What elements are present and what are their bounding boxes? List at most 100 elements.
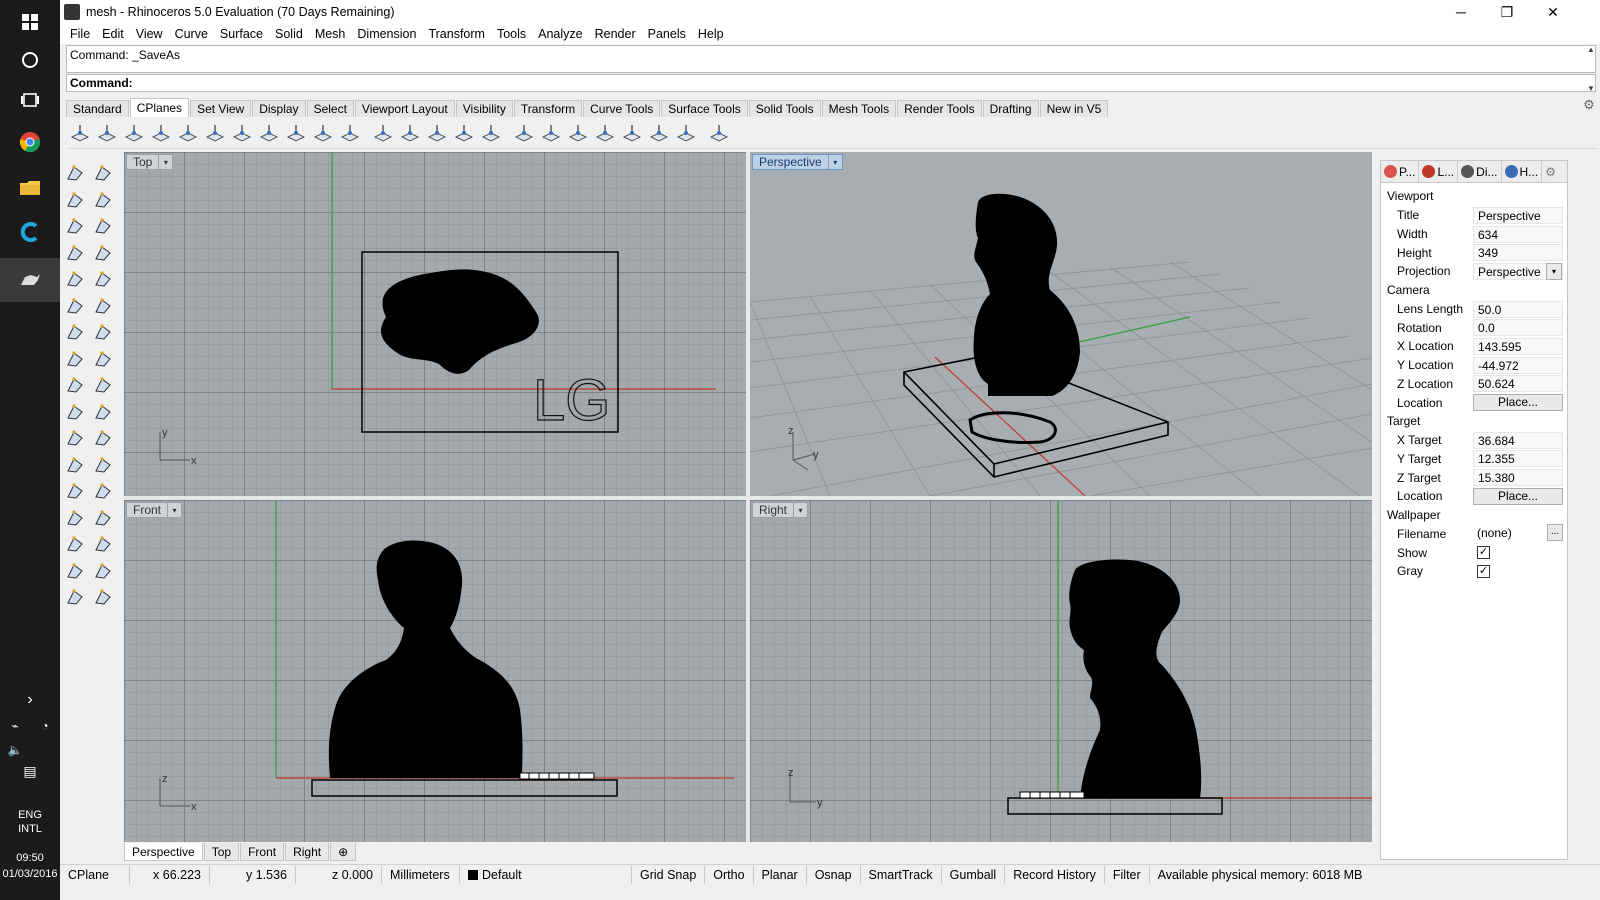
menu-curve[interactable]: Curve	[169, 24, 214, 44]
loft-icon[interactable]	[90, 346, 116, 372]
gray-checkbox[interactable]: ✓	[1477, 564, 1490, 578]
cplane-world-front-icon[interactable]	[311, 121, 335, 145]
set-cplane-origin-icon[interactable]	[68, 121, 92, 145]
tab-solid-tools[interactable]: Solid Tools	[748, 100, 821, 117]
cplane-by-curve-icon[interactable]	[620, 121, 644, 145]
tab-visibility[interactable]: Visibility	[455, 100, 513, 117]
prop-lens-value[interactable]: 50.0	[1473, 300, 1563, 318]
viewport-front[interactable]: z x Front ▾	[124, 500, 746, 842]
viewport-top[interactable]: LG y x Top ▾	[124, 152, 746, 496]
tab-transform[interactable]: Transform	[513, 100, 583, 117]
prop-rotation-value[interactable]: 0.0	[1473, 319, 1563, 337]
sweep-icon[interactable]	[90, 452, 116, 478]
network-surface-icon[interactable]	[62, 584, 88, 610]
rhino-icon[interactable]	[0, 258, 60, 302]
revolve-icon[interactable]	[62, 452, 88, 478]
split-icon[interactable]	[90, 399, 116, 425]
status-cplane[interactable]: CPlane	[60, 865, 130, 884]
gumball-toggle[interactable]: Gumball	[942, 865, 1006, 884]
chevron-down-icon[interactable]: ▾	[827, 155, 842, 169]
chevron-down-icon[interactable]: ▾	[167, 503, 181, 517]
prop-xtgt-value[interactable]: 36.684	[1473, 431, 1563, 449]
arc-icon[interactable]	[62, 240, 88, 266]
vtab-right[interactable]: Right	[285, 843, 330, 861]
check-icon[interactable]	[90, 558, 116, 584]
tab-standard[interactable]: Standard	[66, 100, 129, 117]
command-scrollbar[interactable]: ▲ ▼	[1585, 45, 1597, 93]
search-circle-icon[interactable]	[0, 38, 60, 82]
place-camera-button[interactable]: Place...	[1473, 394, 1563, 412]
tab-new-in-v5[interactable]: New in V5	[1039, 100, 1109, 117]
prop-xloc-value[interactable]: 143.595	[1473, 337, 1563, 355]
show-checkbox[interactable]: ✓	[1477, 546, 1490, 560]
scroll-up-icon[interactable]: ▲	[1587, 45, 1595, 54]
rectangle-icon[interactable]	[90, 240, 116, 266]
select-icon[interactable]	[62, 160, 88, 186]
cplane-perpendicular-icon[interactable]	[539, 121, 563, 145]
tab-render-tools[interactable]: Render Tools	[897, 100, 982, 117]
ccleaner-icon[interactable]	[0, 210, 60, 254]
group-icon[interactable]	[62, 505, 88, 531]
menu-panels[interactable]: Panels	[642, 24, 692, 44]
cplane-world-top-icon[interactable]	[284, 121, 308, 145]
panel-tab-help[interactable]: H...	[1502, 161, 1543, 182]
panel-tab-properties[interactable]: P...	[1381, 161, 1420, 182]
cplane-extents-icon[interactable]	[593, 121, 617, 145]
named-cplanes-icon[interactable]	[425, 121, 449, 145]
boolean-icon[interactable]	[90, 372, 116, 398]
chevron-down-icon[interactable]: ▾	[158, 155, 172, 169]
prop-width-value[interactable]: 634	[1473, 225, 1563, 243]
menu-surface[interactable]: Surface	[214, 24, 269, 44]
box-icon[interactable]	[62, 319, 88, 345]
tab-set-view[interactable]: Set View	[190, 100, 252, 117]
prop-ztgt-value[interactable]: 15.380	[1473, 469, 1563, 487]
cplane-3d-box-icon[interactable]	[707, 121, 731, 145]
menu-dimension[interactable]: Dimension	[351, 24, 422, 44]
filter-toggle[interactable]: Filter	[1105, 865, 1150, 884]
cplane-to-surface-icon[interactable]	[566, 121, 590, 145]
filename-field[interactable]: (none)...	[1473, 524, 1563, 543]
menu-tools[interactable]: Tools	[491, 24, 532, 44]
cylinder-icon[interactable]	[62, 346, 88, 372]
osnap-toggle[interactable]: Osnap	[807, 865, 861, 884]
point-icon[interactable]	[90, 160, 116, 186]
viewport-right[interactable]: z y Right ▾	[750, 500, 1372, 842]
pipeline-icon[interactable]	[62, 558, 88, 584]
menu-view[interactable]: View	[130, 24, 169, 44]
viewport-label-right[interactable]: Right ▾	[752, 502, 809, 518]
cplane-to-object-icon[interactable]	[122, 121, 146, 145]
tab-curve-tools[interactable]: Curve Tools	[583, 100, 661, 117]
extrude-surface-icon[interactable]	[90, 293, 116, 319]
cplane-to-view-icon[interactable]	[257, 121, 281, 145]
projection-select[interactable]: Perspective ▾	[1473, 262, 1563, 280]
cplane-move-icon[interactable]	[647, 121, 671, 145]
rotate-cplane-icon[interactable]	[512, 121, 536, 145]
menu-render[interactable]: Render	[589, 24, 642, 44]
toolbar-gear-icon[interactable]: ⚙	[1580, 97, 1598, 115]
browse-wallpaper-button[interactable]: ...	[1547, 524, 1563, 542]
open-cplane-icon[interactable]	[479, 121, 503, 145]
mesh-icon[interactable]	[62, 425, 88, 451]
chevron-down-icon[interactable]: ▾	[793, 503, 807, 517]
point-cloud-icon[interactable]	[90, 425, 116, 451]
gumball-move-icon[interactable]	[62, 399, 88, 425]
sphere-icon[interactable]	[90, 319, 116, 345]
title-bar[interactable]: mesh - Rhinoceros 5.0 Evaluation (70 Day…	[60, 0, 1600, 24]
circle-icon[interactable]	[62, 213, 88, 239]
viewport-label-top[interactable]: Top ▾	[126, 154, 174, 170]
panel-gear-icon[interactable]: ⚙	[1542, 161, 1559, 182]
scroll-down-icon[interactable]: ▼	[1587, 84, 1595, 93]
curve-fillet-icon[interactable]	[90, 266, 116, 292]
menu-help[interactable]: Help	[692, 24, 730, 44]
add-viewport-icon[interactable]: ⊕	[330, 843, 357, 861]
ellipse-icon[interactable]	[90, 213, 116, 239]
cplane-grid-icon[interactable]	[452, 121, 476, 145]
menu-transform[interactable]: Transform	[422, 24, 491, 44]
polygon-icon[interactable]	[62, 266, 88, 292]
cplane-x-axis-icon[interactable]	[203, 121, 227, 145]
solid-tools-icon[interactable]	[62, 372, 88, 398]
chrome-icon[interactable]	[0, 120, 60, 164]
set-cplane-z-icon[interactable]	[95, 121, 119, 145]
cplane-elevation-icon[interactable]	[149, 121, 173, 145]
scale-icon[interactable]	[90, 478, 116, 504]
